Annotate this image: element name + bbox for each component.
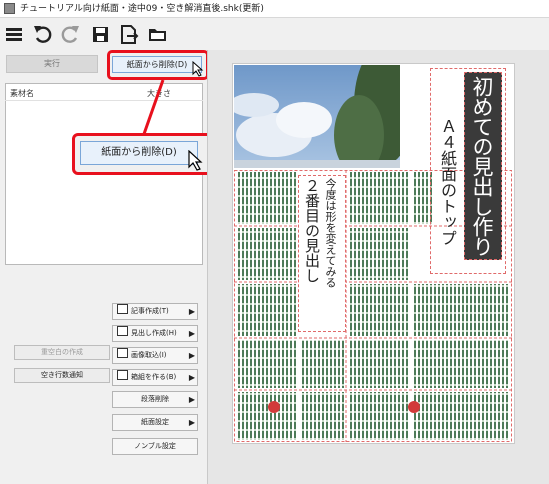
app-icon bbox=[4, 3, 15, 14]
image-icon bbox=[117, 348, 128, 358]
header-divider bbox=[5, 100, 203, 101]
blank-line-count-button[interactable]: 空き行数通知 bbox=[14, 368, 110, 383]
export-icon[interactable] bbox=[118, 22, 140, 46]
paragraph-submenu-arrow[interactable]: ▶ bbox=[185, 391, 199, 408]
pencil-icon bbox=[117, 304, 128, 314]
title-bar: チュートリアル向け紙面・途中09・空き解消直後.shk(更新) bbox=[0, 0, 549, 18]
box-submenu-arrow[interactable]: ▶ bbox=[185, 369, 199, 386]
bar-chart-icon bbox=[117, 326, 128, 336]
nombre-settings-button[interactable]: ノンブル設定 bbox=[112, 438, 198, 455]
cube-icon bbox=[117, 370, 128, 380]
toolbar bbox=[0, 19, 549, 49]
redo-icon[interactable] bbox=[60, 22, 82, 46]
save-icon[interactable] bbox=[90, 22, 112, 46]
delete-from-page-button-zoomed: 紙面から削除(D) bbox=[80, 141, 198, 165]
top-photo[interactable] bbox=[234, 65, 400, 168]
menu-icon[interactable] bbox=[4, 22, 26, 46]
mouse-cursor-icon bbox=[192, 60, 204, 81]
page-settings-submenu-arrow[interactable]: ▶ bbox=[185, 414, 199, 431]
article-submenu-arrow[interactable]: ▶ bbox=[185, 303, 199, 320]
open-folder-icon[interactable] bbox=[147, 22, 169, 46]
reset-space-button[interactable]: 重空白の作成 bbox=[14, 345, 110, 360]
mouse-cursor-icon bbox=[188, 149, 204, 176]
second-headline-small: 今度は形を変えてみる bbox=[324, 178, 337, 288]
execute-button[interactable]: 実行 bbox=[6, 55, 98, 73]
second-headline-large: ２番目の見出し bbox=[303, 178, 321, 283]
image-submenu-arrow[interactable]: ▶ bbox=[185, 347, 199, 364]
column-header-name[interactable]: 素材名 bbox=[10, 88, 34, 99]
column-header-size[interactable]: 大きさ bbox=[147, 88, 171, 99]
window-title: チュートリアル向け紙面・途中09・空き解消直後.shk(更新) bbox=[20, 4, 264, 14]
headline-selection-frame bbox=[430, 68, 506, 274]
headline-submenu-arrow[interactable]: ▶ bbox=[185, 325, 199, 342]
undo-icon[interactable] bbox=[32, 22, 54, 46]
